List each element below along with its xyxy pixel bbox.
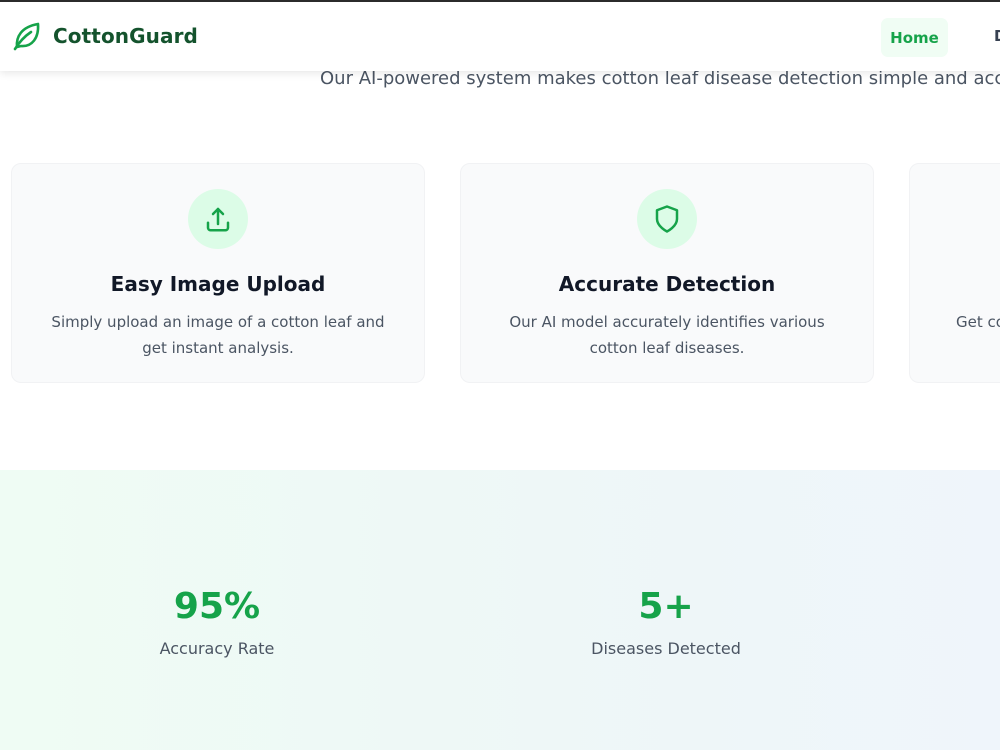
nav-link-partial[interactable]: D bbox=[994, 27, 1000, 45]
stat-label: Accuracy Rate bbox=[159, 639, 275, 658]
feature-card-partial: Get co bbox=[909, 163, 1000, 383]
leaf-icon bbox=[13, 22, 40, 51]
stat-value: 5+ bbox=[638, 586, 694, 627]
feature-title: Accurate Detection bbox=[558, 272, 776, 296]
feature-title: Easy Image Upload bbox=[110, 272, 326, 296]
feature-icon-circle bbox=[637, 189, 697, 249]
stat-diseases: 5+ Diseases Detected bbox=[516, 585, 816, 658]
section-subtitle: Our AI-powered system makes cotton leaf … bbox=[320, 68, 1000, 89]
feature-description: Simply upload an image of a cotton leaf … bbox=[51, 313, 385, 357]
stats-section: 95% Accuracy Rate 5+ Diseases Detected bbox=[0, 470, 1000, 750]
brand-name: CottonGuard bbox=[53, 24, 198, 48]
stat-label: Diseases Detected bbox=[591, 639, 741, 658]
shield-icon bbox=[655, 205, 679, 233]
feature-card-upload: Easy Image Upload Simply upload an image… bbox=[11, 163, 425, 383]
nav-home-link[interactable]: Home bbox=[881, 18, 948, 57]
upload-icon bbox=[206, 207, 230, 232]
feature-card-detection: Accurate Detection Our AI model accurate… bbox=[460, 163, 874, 383]
stat-accuracy: 95% Accuracy Rate bbox=[67, 585, 367, 658]
page: CottonGuard Home D Our AI-powered system… bbox=[0, 0, 1000, 750]
stat-value: 95% bbox=[173, 586, 261, 627]
feature-description: Our AI model accurately identifies vario… bbox=[509, 313, 825, 357]
site-header: CottonGuard Home D bbox=[0, 2, 1000, 71]
feature-icon-circle bbox=[188, 189, 248, 249]
brand-logo-link[interactable]: CottonGuard bbox=[11, 20, 198, 52]
feature-description: Get co bbox=[956, 313, 1000, 331]
window-top-border bbox=[0, 0, 1000, 2]
